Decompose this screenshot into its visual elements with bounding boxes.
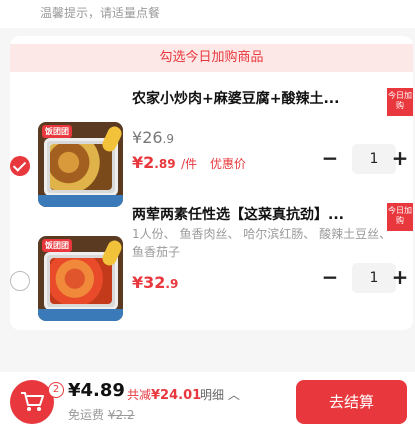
saved-amount: 共减¥24.01 <box>127 388 202 403</box>
today-addon-ribbon: 今日加购 <box>387 88 413 116</box>
minus-button[interactable]: − <box>320 266 340 290</box>
cart-button[interactable]: 2 <box>10 380 64 424</box>
select-checkbox-checked[interactable] <box>10 156 30 176</box>
minus-button[interactable]: − <box>320 147 340 171</box>
product-image[interactable]: 饭团团 <box>38 122 123 207</box>
cart-icon <box>21 392 44 411</box>
shipping-info: 免运费 ¥2.2 <box>68 408 135 422</box>
quantity-stepper: − 1 + <box>320 263 410 293</box>
total-price: ¥4.89 <box>68 380 125 401</box>
checkout-bar: 2 ¥4.89 共减¥24.01 明细 ︿ 免运费 ¥2.2 去结算 <box>0 372 415 426</box>
cart-count-badge: 2 <box>48 382 64 398</box>
product-description: 1人份、 鱼香肉丝、 哈尔滨红肠、 酸辣土豆丝、 鱼香茄子 <box>132 227 392 259</box>
plus-button[interactable]: + <box>390 266 410 290</box>
checkout-button[interactable]: 去结算 <box>296 380 407 424</box>
product-title[interactable]: 两荤两素任性选【这菜真抗劲】... <box>132 204 364 224</box>
quantity-stepper: − 1 + <box>320 144 410 174</box>
discount-price: ¥2.89 /件 <box>132 153 198 172</box>
price: ¥32.9 <box>132 273 179 292</box>
product-title[interactable]: 农家小炒肉+麻婆豆腐+酸辣土... <box>132 88 364 108</box>
original-price: ¥26.9 <box>132 128 174 147</box>
tip-text: 温馨提示，请适量点餐 <box>0 0 415 28</box>
select-checkbox[interactable] <box>10 271 30 291</box>
addon-card: 勾选今日加购商品 饭团团 今日加购 农家小炒肉+麻婆豆腐+酸辣土... ¥26.… <box>10 36 413 330</box>
thumb-logo: 饭团团 <box>42 239 72 252</box>
product-image[interactable]: 饭团团 <box>38 236 123 321</box>
list-item: 饭团团 今日加购 两荤两素任性选【这菜真抗劲】... 1人份、 鱼香肉丝、 哈尔… <box>10 201 413 325</box>
thumb-logo: 饭团团 <box>42 125 72 138</box>
detail-toggle[interactable]: 明细 ︿ <box>200 386 240 403</box>
chevron-up-icon: ︿ <box>227 388 240 402</box>
list-item: 饭团团 今日加购 农家小炒肉+麻婆豆腐+酸辣土... ¥26.9 ¥2.89 /… <box>10 84 413 207</box>
addon-banner: 勾选今日加购商品 <box>10 44 413 72</box>
plus-button[interactable]: + <box>390 147 410 171</box>
discount-tag: 优惠价 <box>210 157 247 171</box>
